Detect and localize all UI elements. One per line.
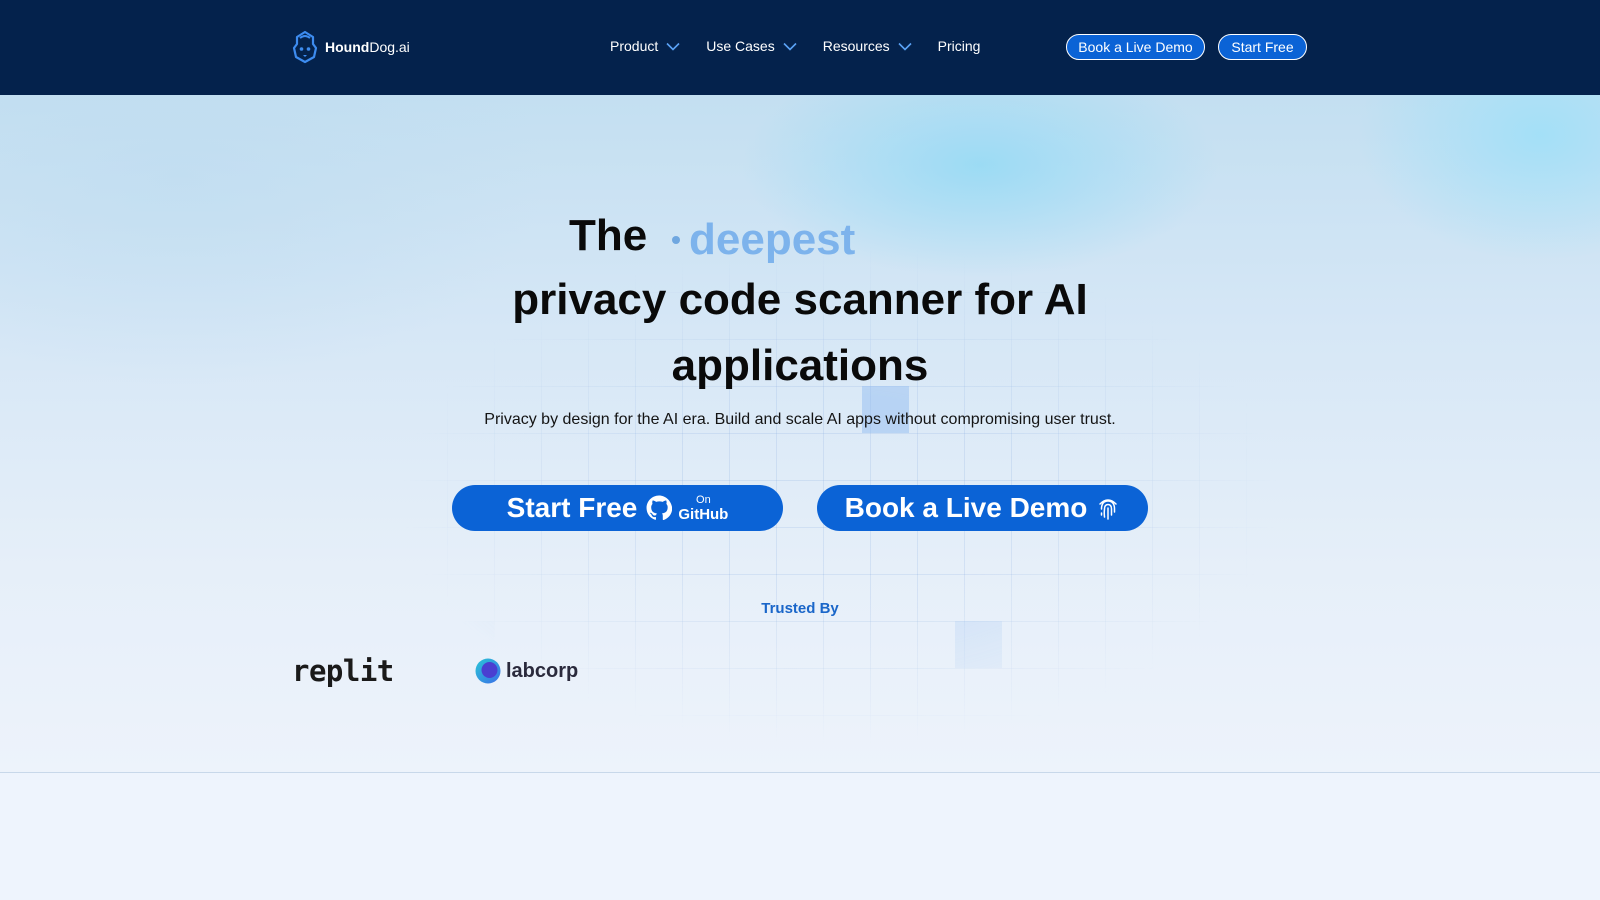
brand-name: HoundDog.ai [325,39,410,55]
cta-label: Start Free [506,492,638,523]
main-menu: Product Use Cases Resources Pricing [610,38,980,54]
github-icon [646,495,673,521]
brand-logo[interactable]: HoundDog.ai [292,30,410,64]
chevron-down-icon [666,42,680,51]
chevron-down-icon [898,42,912,51]
on-text: On [696,493,711,506]
labcorp-mark-icon [475,658,501,684]
nav-item-use-cases[interactable]: Use Cases [706,38,797,54]
hero-subtitle: Privacy by design for the AI era. Build … [484,411,1116,428]
hero-title-line-2: privacy code scanner for AI [512,275,1088,324]
nav-item-resources[interactable]: Resources [823,38,912,54]
chevron-down-icon [783,42,797,51]
book-demo-button[interactable]: Book a Live Demo [1066,34,1205,60]
hero-title-prefix: The [569,211,648,260]
nav-item-label: Product [610,38,659,54]
fingerprint-icon [1099,499,1118,520]
start-free-github-button[interactable]: Start Free On GitHub [452,485,783,531]
nav-item-label: Pricing [937,38,981,54]
nav-item-pricing[interactable]: Pricing [938,38,981,54]
replit-logo: replit [292,654,394,688]
labcorp-wordmark: labcorp [506,659,579,682]
book-live-demo-button[interactable]: Book a Live Demo [817,485,1148,531]
labcorp-logo: labcorp [475,658,578,684]
typing-cursor-dot [672,236,680,244]
hero-section: The deepest privacy code scanner for AI … [0,95,1600,773]
github-text: GitHub [678,505,729,523]
hound-shield-icon [292,30,318,64]
hero-title-line-3: applications [671,341,929,390]
cta-label: Book a Live Demo [844,492,1088,523]
nav-item-label: Use Cases [706,38,775,54]
hero-title-rotating-word: deepest [689,215,856,264]
nav-item-label: Resources [822,38,890,54]
nav-item-product[interactable]: Product [610,38,680,54]
start-free-button[interactable]: Start Free [1218,34,1307,60]
top-navbar: HoundDog.ai Product Use Cases Resources … [0,0,1600,95]
trusted-by-label: Trusted By [761,600,839,617]
on-github-label: On GitHub [678,493,729,523]
grid-highlight [955,621,1002,668]
